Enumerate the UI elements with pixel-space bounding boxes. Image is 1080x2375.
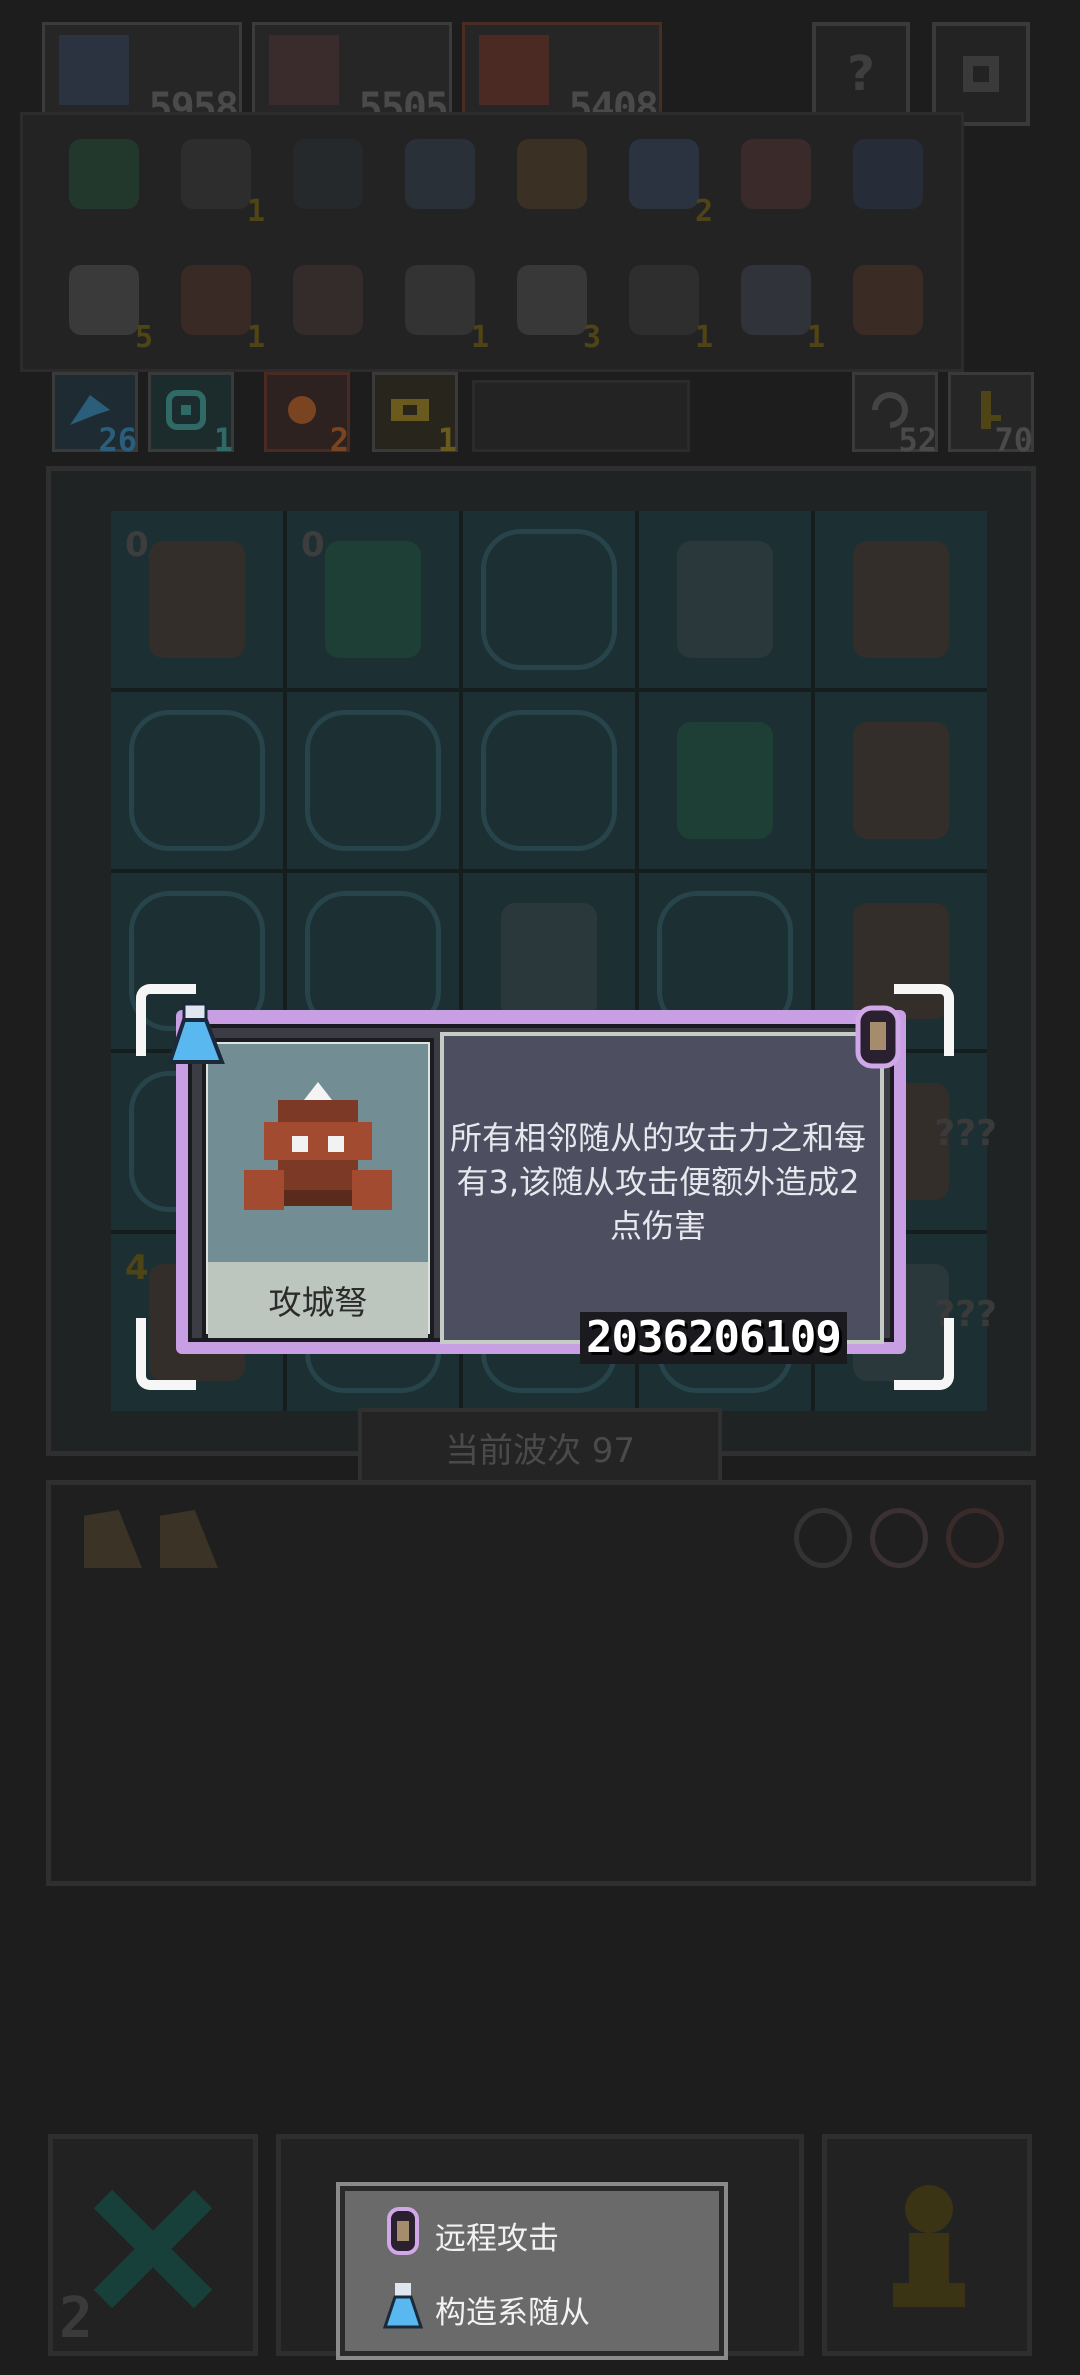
- refresh-count: 52: [898, 421, 937, 459]
- unit-sprite: [853, 721, 949, 839]
- inventory-item[interactable]: [741, 139, 811, 209]
- inventory-item[interactable]: [293, 265, 363, 335]
- tag-wing[interactable]: 26: [52, 372, 138, 459]
- inventory-grid: 1 2 5 1 1 3 1 1: [20, 112, 964, 372]
- ranged-attack-icon: [387, 2207, 419, 2255]
- pawn-icon: [893, 2185, 965, 2307]
- board-cell[interactable]: [287, 691, 459, 869]
- cell-badge: 4: [125, 1248, 149, 1289]
- board-cell[interactable]: [639, 511, 811, 688]
- tag-count: 1: [437, 421, 457, 459]
- inventory-item[interactable]: 1: [741, 265, 825, 355]
- inventory-item[interactable]: [517, 139, 587, 209]
- sun-tag-icon: [288, 396, 316, 424]
- item-count: 3: [582, 320, 601, 355]
- tag-eye[interactable]: 1: [148, 372, 234, 459]
- key-button[interactable]: 70: [948, 372, 1034, 459]
- tape-tag-icon: [391, 399, 429, 421]
- inventory-item[interactable]: [293, 139, 363, 209]
- card-corner-bracket: [136, 984, 196, 1056]
- inventory-item[interactable]: 1: [181, 139, 265, 229]
- unit-sprite: [677, 541, 773, 658]
- board-cell[interactable]: [463, 511, 635, 688]
- gear-icon: [963, 56, 999, 92]
- empty-slot-frame: [129, 709, 265, 851]
- tag-legend: 远程攻击 构造系随从: [336, 2182, 728, 2360]
- unit-art: [208, 1044, 428, 1262]
- tag-empty-slot: [472, 380, 690, 452]
- cell-badge: 0: [301, 525, 325, 565]
- item-count: 1: [246, 320, 265, 355]
- inventory-item[interactable]: 1: [629, 265, 713, 355]
- close-icon: [93, 2189, 213, 2309]
- unit-sprite: [149, 541, 245, 658]
- empty-slot-frame: [481, 709, 617, 851]
- legend-label-construct: 构造系随从: [435, 2295, 590, 2331]
- player-portrait-1[interactable]: 5958: [42, 22, 242, 131]
- unit-name: 攻城弩: [208, 1262, 428, 1338]
- unknown-stat: ???: [934, 1113, 997, 1155]
- unit-sprite: [325, 541, 421, 658]
- player-portrait-3[interactable]: 5408: [462, 22, 662, 131]
- refresh-button[interactable]: 52: [852, 372, 938, 459]
- griffin-portrait-icon: [59, 35, 129, 105]
- board-cell[interactable]: [639, 691, 811, 869]
- inventory-item[interactable]: 1: [405, 265, 489, 355]
- tag-count: 1: [213, 421, 233, 459]
- sell-button[interactable]: 2: [48, 2134, 258, 2356]
- knight-portrait-icon: [269, 35, 339, 105]
- settings-button[interactable]: [932, 22, 1030, 126]
- item-count: 2: [694, 194, 713, 229]
- item-count: 1: [806, 320, 825, 355]
- inventory-item[interactable]: [853, 139, 923, 209]
- ballista-icon: [244, 1082, 392, 1210]
- item-count: 1: [694, 320, 713, 355]
- inventory-item[interactable]: 3: [517, 265, 601, 355]
- item-count: 5: [134, 320, 153, 355]
- unit-description: 所有相邻随从的攻击力之和每有3,该随从攻击便额外造成2点伤害: [449, 1119, 866, 1245]
- unit-sprite: [677, 721, 773, 839]
- inventory-item[interactable]: [405, 139, 475, 209]
- inventory-item[interactable]: 2: [629, 139, 713, 229]
- board-cell[interactable]: [463, 691, 635, 869]
- tag-tape[interactable]: 1: [372, 372, 458, 459]
- filter-icon-3[interactable]: [946, 1508, 1004, 1568]
- cell-badge: 0: [125, 525, 149, 565]
- eye-tag-icon: [166, 390, 206, 430]
- item-count: 1: [246, 194, 265, 229]
- tag-sun[interactable]: 2: [264, 372, 350, 459]
- unit-sprite: [853, 541, 949, 658]
- board-cell[interactable]: [111, 691, 283, 869]
- filter-icon-1[interactable]: [794, 1508, 852, 1568]
- board-cell[interactable]: [815, 511, 987, 688]
- inventory-item[interactable]: [69, 139, 139, 209]
- help-button[interactable]: ?: [812, 22, 910, 126]
- flask-icon: [382, 2283, 424, 2329]
- card-corner-bracket: [136, 1318, 196, 1390]
- sell-count: 2: [59, 2286, 93, 2351]
- empty-slot-frame: [305, 709, 441, 851]
- inventory-item[interactable]: [853, 265, 923, 335]
- empty-slot-frame: [481, 529, 617, 670]
- legend-label-ranged: 远程攻击: [435, 2221, 559, 2257]
- board-cell[interactable]: 0: [111, 511, 283, 688]
- pawn-button[interactable]: [822, 2134, 1032, 2356]
- item-count: 1: [470, 320, 489, 355]
- tag-count: 26: [98, 421, 137, 459]
- inventory-item[interactable]: 1: [181, 265, 265, 355]
- unit-seed: 2036206109: [580, 1312, 847, 1364]
- inventory-item[interactable]: 5: [69, 265, 153, 355]
- board-cell[interactable]: 0: [287, 511, 459, 688]
- tag-count: 2: [329, 421, 349, 459]
- card-corner-bracket: [894, 984, 954, 1056]
- dragon-portrait-icon: [479, 35, 549, 105]
- filter-icon-2[interactable]: [870, 1508, 928, 1568]
- unit-sprite: [501, 902, 597, 1020]
- board-cell[interactable]: [815, 691, 987, 869]
- card-corner-bracket: [894, 1318, 954, 1390]
- key-count: 70: [994, 421, 1033, 459]
- player-portrait-2[interactable]: 5505: [252, 22, 452, 131]
